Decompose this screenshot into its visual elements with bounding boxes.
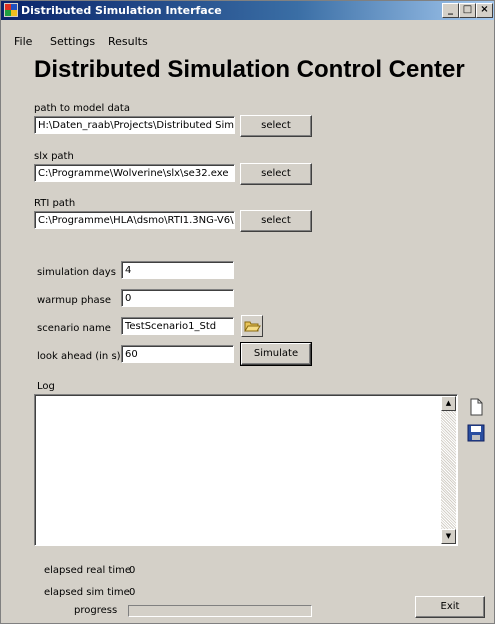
- warmup-phase-label: warmup phase: [37, 295, 112, 306]
- look-ahead-label: look ahead (in s): [37, 351, 121, 362]
- rti-path-label: RTI path: [34, 198, 76, 209]
- slx-path-field[interactable]: C:\Programme\Wolverine\slx\se32.exe: [34, 164, 235, 182]
- progress-label: progress: [74, 605, 118, 616]
- log-area[interactable]: ▲ ▼: [34, 394, 458, 546]
- close-icon[interactable]: ×: [476, 3, 493, 18]
- menu-settings[interactable]: Settings: [50, 35, 95, 48]
- simulation-days-field[interactable]: 4: [121, 261, 234, 279]
- elapsed-sim-time-value: 0: [129, 587, 136, 598]
- window-title: Distributed Simulation Interface: [21, 4, 222, 17]
- simulate-button[interactable]: Simulate: [240, 342, 312, 366]
- browse-scenario-button[interactable]: [241, 315, 263, 337]
- progress-bar: [128, 605, 312, 617]
- new-document-icon[interactable]: [467, 398, 485, 416]
- title-bar[interactable]: Distributed Simulation Interface _ □ ×: [1, 1, 494, 20]
- scenario-name-label: scenario name: [37, 323, 111, 334]
- exit-button[interactable]: Exit: [415, 596, 485, 618]
- minimize-icon[interactable]: _: [442, 3, 459, 18]
- save-icon[interactable]: [467, 424, 485, 442]
- log-label: Log: [37, 381, 55, 392]
- app-icon: [4, 3, 18, 17]
- scroll-down-icon[interactable]: ▼: [441, 529, 456, 544]
- menu-results[interactable]: Results: [108, 35, 148, 48]
- select-rti-path-button[interactable]: select: [240, 210, 312, 232]
- folder-open-icon: [244, 321, 261, 332]
- main-window: Distributed Simulation Interface _ □ × F…: [0, 0, 495, 624]
- elapsed-real-time-value: 0: [129, 565, 136, 576]
- warmup-phase-field[interactable]: 0: [121, 289, 234, 307]
- elapsed-sim-time-label: elapsed sim time: [44, 587, 130, 598]
- log-scrollbar[interactable]: ▲ ▼: [441, 396, 456, 544]
- scroll-up-icon[interactable]: ▲: [441, 396, 456, 411]
- select-slx-path-button[interactable]: select: [240, 163, 312, 185]
- scenario-name-field[interactable]: TestScenario1_Std: [121, 317, 234, 335]
- model-path-label: path to model data: [34, 103, 130, 114]
- menu-file[interactable]: File: [14, 35, 32, 48]
- select-model-path-button[interactable]: select: [240, 115, 312, 137]
- slx-path-label: slx path: [34, 151, 74, 162]
- rti-path-field[interactable]: C:\Programme\HLA\dsmo\RTI1.3NG-V6\: [34, 211, 235, 229]
- model-path-field[interactable]: H:\Daten_raab\Projects\Distributed Simul…: [34, 116, 235, 134]
- maximize-icon[interactable]: □: [459, 3, 476, 18]
- page-title: Distributed Simulation Control Center: [34, 56, 465, 83]
- look-ahead-field[interactable]: 60: [121, 345, 234, 363]
- simulation-days-label: simulation days: [37, 267, 116, 278]
- elapsed-real-time-label: elapsed real time: [44, 565, 132, 576]
- menu-bar: File Settings Results: [1, 21, 494, 48]
